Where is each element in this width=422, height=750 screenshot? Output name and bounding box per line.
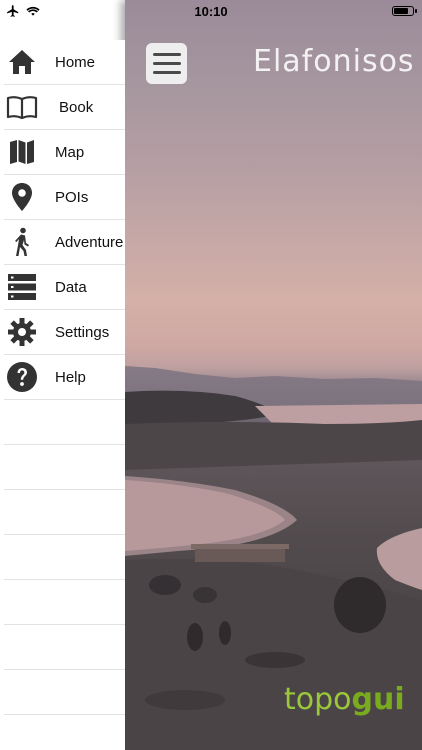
book-icon: [6, 96, 38, 120]
menu-item-map[interactable]: Map: [4, 130, 125, 175]
menu-item-label: Help: [55, 369, 86, 386]
menu-empty-row: [4, 445, 125, 490]
map-icon: [10, 140, 34, 164]
brand-logo-part2: gui: [351, 682, 405, 717]
menu-empty-row: [4, 625, 125, 670]
brand-logo: topogui: [284, 682, 405, 717]
home-icon: [9, 50, 35, 74]
menu-icon-bar: [152, 62, 181, 65]
menu-item-label: Map: [55, 144, 85, 161]
brand-logo-part1: topo: [284, 682, 352, 717]
gear-icon: [8, 318, 36, 346]
menu-empty-row: [4, 580, 125, 625]
landscape-photo: [125, 366, 422, 750]
battery-icon: [392, 6, 417, 16]
hamburger-menu-button[interactable]: [146, 43, 187, 84]
page-title: Elafonisos: [253, 44, 415, 79]
menu-item-settings[interactable]: Settings: [4, 310, 125, 355]
status-time: 10:10: [194, 4, 228, 19]
menu-item-book[interactable]: Book: [4, 85, 125, 130]
menu-item-help[interactable]: Help: [4, 355, 125, 400]
menu-item-label: Data: [55, 279, 87, 296]
menu-empty-row: [4, 400, 125, 445]
location-pin-icon: [12, 183, 32, 211]
menu-item-label: Home: [55, 54, 96, 71]
menu-item-label: POIs: [55, 189, 89, 206]
side-menu: Home Book Map POIs Adventure Data Settin…: [0, 40, 125, 750]
server-icon: [8, 274, 36, 300]
menu-empty-row: [4, 670, 125, 715]
menu-item-label: Adventure: [55, 234, 124, 251]
hiker-icon: [15, 227, 29, 256]
menu-item-home[interactable]: Home: [4, 40, 125, 85]
menu-item-label: Book: [59, 99, 94, 116]
menu-item-label: Settings: [55, 324, 110, 341]
help-icon: [7, 362, 37, 392]
menu-empty-row: [4, 490, 125, 535]
menu-item-pois[interactable]: POIs: [4, 175, 125, 220]
status-bar: 10:10: [0, 0, 422, 22]
menu-icon-bar: [152, 71, 181, 74]
menu-icon-bar: [152, 53, 181, 56]
main-view: Elafonisos topogui: [125, 0, 422, 750]
menu-empty-row: [4, 535, 125, 580]
menu-item-adventure[interactable]: Adventure: [4, 220, 125, 265]
menu-item-data[interactable]: Data: [4, 265, 125, 310]
